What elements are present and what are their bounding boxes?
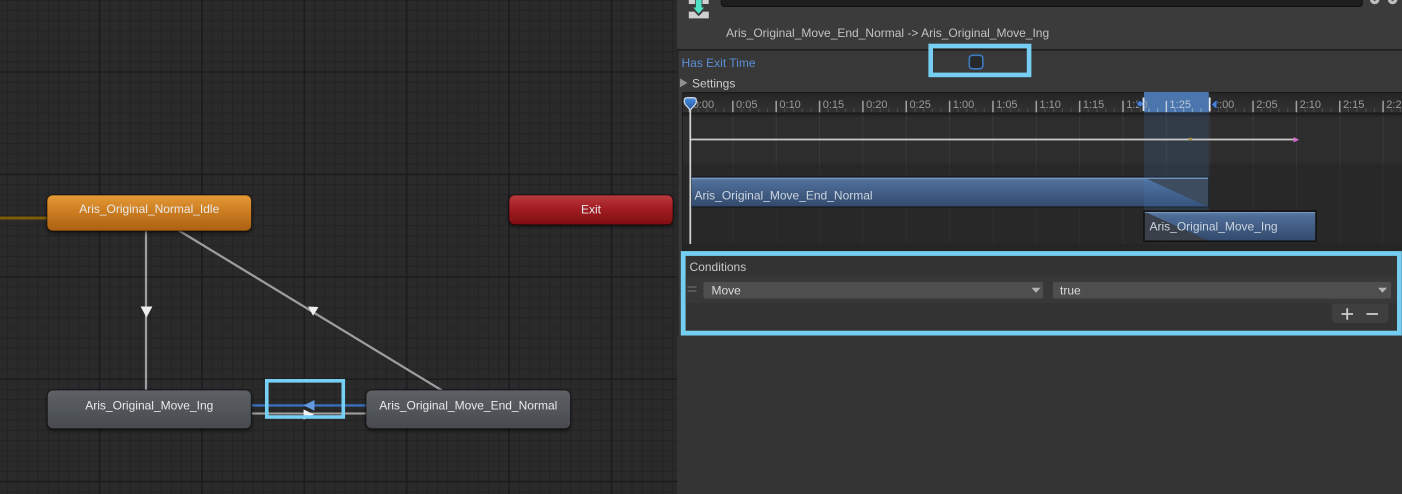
svg-text:Aris_Original_Move_End_Normal: Aris_Original_Move_End_Normal [379, 399, 557, 413]
svg-text:1:05: 1:05 [996, 99, 1017, 111]
svg-text:0:15: 0:15 [823, 99, 844, 111]
svg-text:1:10: 1:10 [1040, 99, 1061, 111]
svg-text:0:10: 0:10 [779, 99, 800, 111]
svg-text:Exit: Exit [581, 203, 602, 217]
svg-text:Settings: Settings [692, 77, 735, 91]
svg-text:Aris_Original_Move_Ing: Aris_Original_Move_Ing [1150, 220, 1278, 234]
svg-text:Aris_Original_Move_End_Normal: Aris_Original_Move_End_Normal [695, 189, 873, 203]
svg-text:2:20: 2:20 [1386, 99, 1402, 111]
svg-text:1:25: 1:25 [1170, 99, 1191, 111]
svg-text:0:05: 0:05 [736, 99, 757, 111]
svg-text:2:05: 2:05 [1256, 99, 1277, 111]
svg-text:2:10: 2:10 [1300, 99, 1321, 111]
svg-text:Has Exit Time: Has Exit Time [682, 56, 756, 70]
svg-text:2:15: 2:15 [1343, 99, 1364, 111]
svg-text:Conditions: Conditions [690, 260, 747, 274]
svg-text:1:15: 1:15 [1083, 99, 1104, 111]
svg-text:1:00: 1:00 [953, 99, 974, 111]
svg-text:true: true [1060, 283, 1081, 297]
svg-text:0:25: 0:25 [909, 99, 930, 111]
svg-text:Move: Move [712, 283, 742, 297]
svg-text:Aris_Original_Move_End_Normal: Aris_Original_Move_End_Normal -> Aris_Or… [726, 26, 1049, 40]
svg-text:0:20: 0:20 [866, 99, 887, 111]
svg-text:Aris_Original_Move_Ing: Aris_Original_Move_Ing [85, 399, 213, 413]
svg-text:Aris_Original_Normal_Idle: Aris_Original_Normal_Idle [79, 202, 219, 216]
